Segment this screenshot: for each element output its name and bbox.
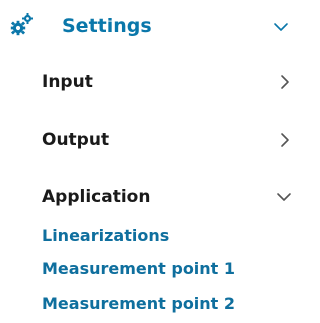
input-label: Input <box>42 72 93 92</box>
menu-item-output[interactable]: Output <box>0 123 295 157</box>
menu-item-input[interactable]: Input <box>0 65 295 99</box>
chevron-down-icon <box>275 188 293 206</box>
settings-label: Settings <box>62 15 152 37</box>
submenu-item-measurement-point-1[interactable]: Measurement point 1 <box>42 259 235 279</box>
submenu-item-measurement-point-2[interactable]: Measurement point 2 <box>42 294 235 314</box>
submenu-item-linearizations[interactable]: Linearizations <box>42 226 169 246</box>
menu-item-application[interactable]: Application <box>0 180 295 214</box>
application-label: Application <box>42 187 151 207</box>
chevron-right-icon <box>276 73 294 91</box>
gear-icon <box>9 12 35 38</box>
output-label: Output <box>42 130 110 150</box>
settings-menu: Settings Input Output Application Linear… <box>0 0 295 323</box>
chevron-down-icon <box>272 18 290 36</box>
chevron-right-icon <box>276 131 294 149</box>
settings-header[interactable]: Settings <box>0 6 295 46</box>
